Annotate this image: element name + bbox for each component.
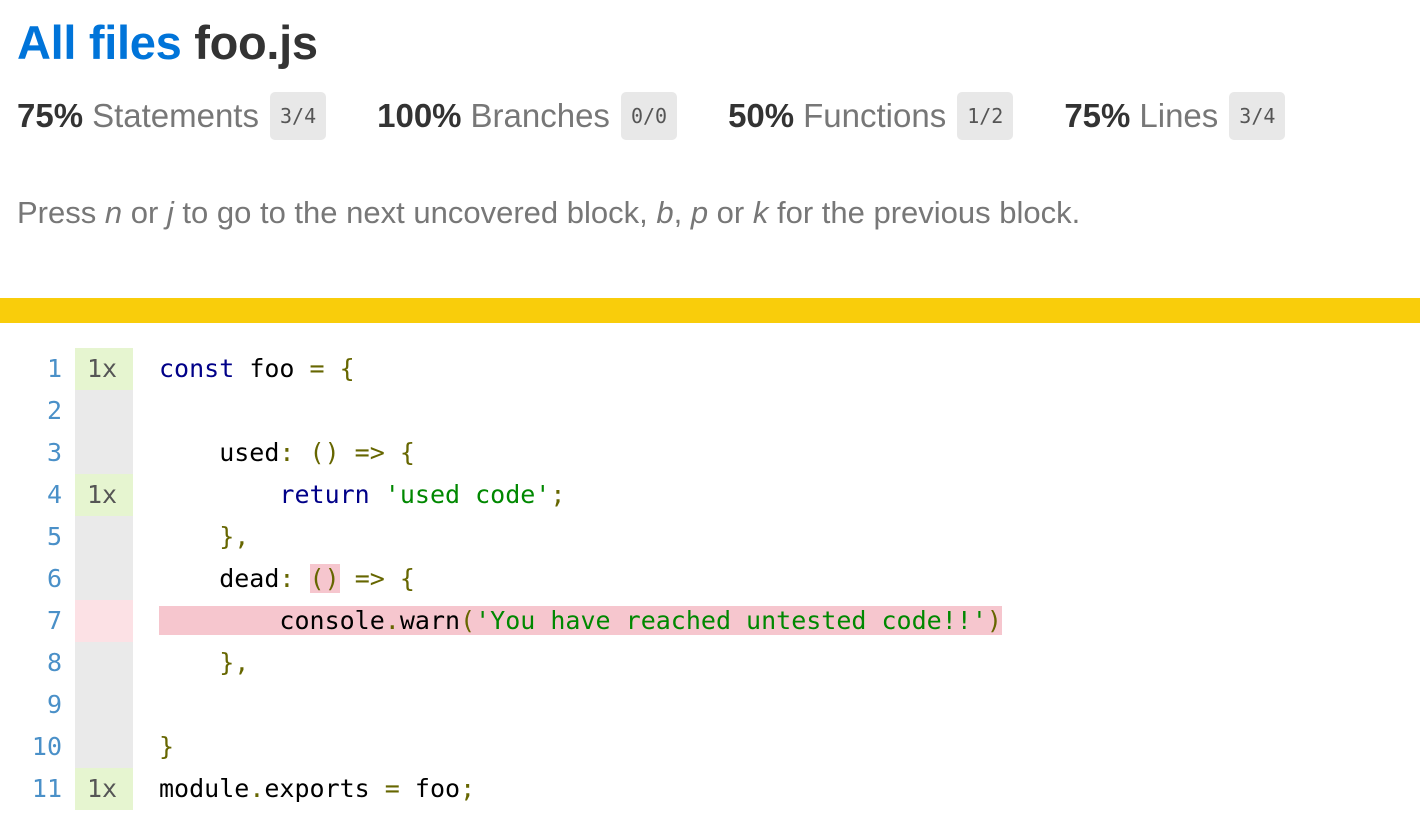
- metric-label: Statements: [92, 97, 259, 134]
- hint-key-k: k: [752, 195, 769, 230]
- hit-count: 1x: [75, 474, 133, 516]
- source-code: dead: () => {: [159, 564, 415, 593]
- hit-count: [75, 726, 133, 768]
- line-number[interactable]: 6: [0, 558, 75, 600]
- code-line: 2: [0, 390, 1002, 432]
- line-number[interactable]: 5: [0, 516, 75, 558]
- line-number[interactable]: 1: [0, 348, 75, 390]
- hit-count: [75, 642, 133, 684]
- metric-percent: 50%: [728, 97, 795, 134]
- source-code: [133, 684, 159, 726]
- hint-text: Press: [17, 195, 105, 230]
- page-title: All files foo.js: [17, 14, 1420, 72]
- source-code: },: [159, 522, 250, 551]
- source-code: const foo = {: [159, 354, 355, 383]
- code-line: 10 }: [0, 726, 1002, 768]
- line-number[interactable]: 8: [0, 642, 75, 684]
- metric-fraction: 1/2: [957, 92, 1014, 140]
- source-code: },: [159, 648, 250, 677]
- line-number[interactable]: 9: [0, 684, 75, 726]
- report-header: All files foo.js 75% Statements 3/4 100%…: [0, 0, 1420, 141]
- hit-count: [75, 390, 133, 432]
- uncovered-statement: console.warn('You have reached untested …: [159, 606, 1002, 635]
- metric-percent: 75%: [17, 97, 84, 134]
- uncovered-function: (): [309, 564, 340, 593]
- metric-fraction: 3/4: [269, 92, 327, 140]
- line-number[interactable]: 10: [0, 726, 75, 768]
- source-code: console.warn('You have reached untested …: [133, 600, 1002, 642]
- code-line: 3 used: () => {: [0, 432, 1002, 474]
- file-name: foo.js: [194, 16, 318, 69]
- line-number[interactable]: 3: [0, 432, 75, 474]
- hit-count: [75, 516, 133, 558]
- hint-text: or: [122, 195, 167, 230]
- hit-count: 1x: [75, 768, 133, 810]
- hit-count: [75, 558, 133, 600]
- hint-key-b: b: [656, 195, 674, 230]
- code-line: 5 },: [0, 516, 1002, 558]
- line-number[interactable]: 7: [0, 600, 75, 642]
- hint-text: for the previous block.: [768, 195, 1081, 230]
- metric-statements: 75% Statements 3/4: [17, 92, 327, 140]
- source-code: return 'used code';: [279, 480, 566, 509]
- metric-percent: 75%: [1064, 97, 1131, 134]
- hint-key-p: p: [690, 195, 709, 230]
- metric-label: Branches: [470, 97, 610, 134]
- hint-text: ,: [673, 195, 691, 230]
- hit-count: [75, 432, 133, 474]
- source-code: module.exports = foo;: [159, 774, 476, 803]
- metric-label: Functions: [803, 97, 947, 134]
- all-files-link[interactable]: All files: [17, 16, 182, 69]
- code-line: 1 1x const foo = {: [0, 348, 1002, 390]
- code-listing: 1 1x const foo = { 2 3 used: () => { 4 1…: [0, 348, 1002, 810]
- hit-count: [75, 684, 133, 726]
- coverage-status-bar: [0, 298, 1420, 323]
- line-number[interactable]: 4: [0, 474, 75, 516]
- source-code: used: () => {: [159, 438, 415, 467]
- code-line: 4 1x return 'used code';: [0, 474, 1002, 516]
- metric-lines: 75% Lines 3/4: [1064, 92, 1286, 140]
- code-line: 7 console.warn('You have reached unteste…: [0, 600, 1002, 642]
- source-code: }: [159, 732, 175, 761]
- metric-branches: 100% Branches 0/0: [377, 92, 678, 140]
- metric-percent: 100%: [377, 97, 462, 134]
- metric-label: Lines: [1139, 97, 1219, 134]
- line-number[interactable]: 11: [0, 768, 75, 810]
- metric-functions: 50% Functions 1/2: [728, 92, 1014, 140]
- metric-fraction: 0/0: [620, 92, 678, 140]
- hint-key-j: j: [166, 195, 174, 230]
- source-code: [133, 390, 159, 432]
- coverage-summary: 75% Statements 3/4 100% Branches 0/0 50%…: [17, 91, 1420, 141]
- code-line: 6 dead: () => {: [0, 558, 1002, 600]
- hint-key-n: n: [104, 195, 123, 230]
- keyboard-hint: Press n or j to go to the next uncovered…: [17, 195, 1420, 231]
- hit-count: 1x: [75, 348, 133, 390]
- code-line: 9: [0, 684, 1002, 726]
- line-number[interactable]: 2: [0, 390, 75, 432]
- hint-text: or: [708, 195, 753, 230]
- code-line: 11 1x module.exports = foo;: [0, 768, 1002, 810]
- code-line: 8 },: [0, 642, 1002, 684]
- hit-count: [75, 600, 133, 642]
- metric-fraction: 3/4: [1229, 92, 1286, 140]
- hint-text: to go to the next uncovered block,: [173, 195, 657, 230]
